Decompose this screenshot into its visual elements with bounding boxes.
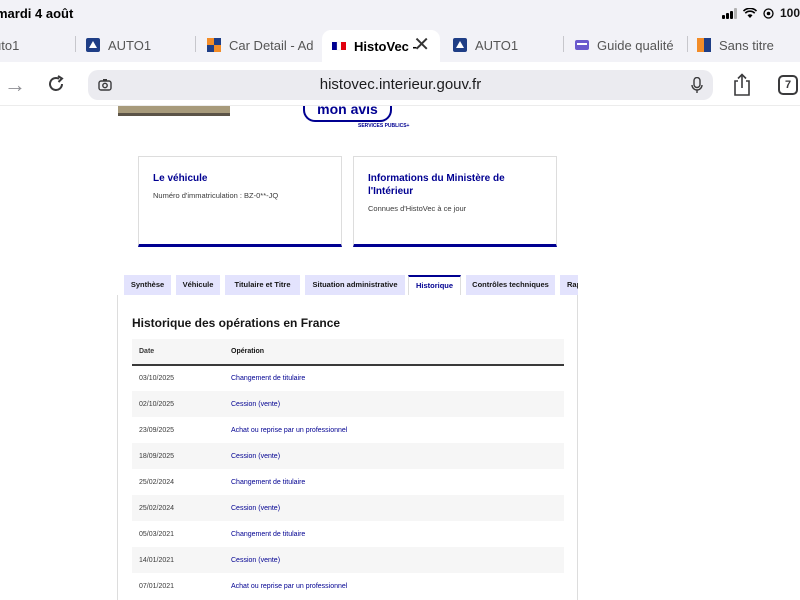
address-bar[interactable]: histovec.interieur.gouv.fr	[88, 70, 713, 100]
location-icon	[763, 7, 774, 19]
share-icon[interactable]	[732, 73, 752, 97]
browser-tab-bar: uto1 AUTO1 Car Detail - Ad HistoVec - ✕ …	[0, 26, 800, 62]
web-page: mon avis SERVICES PUBLICS+ Le véhicule N…	[0, 106, 800, 600]
tab-label: Guide qualité	[597, 37, 674, 53]
table-row: 18/09/2025 Cession (vente)	[132, 443, 564, 469]
browser-tab-auto1-2[interactable]: AUTO1	[453, 30, 563, 60]
card-description: Numéro d'immatriculation : BZ-0**-JQ	[153, 191, 279, 200]
ministry-info-card[interactable]: Informations du Ministère de l'Intérieur…	[353, 156, 557, 247]
row-operation: Changement de titulaire	[231, 530, 306, 538]
status-time: mardi 4 août	[0, 6, 74, 21]
card-title: Le véhicule	[153, 173, 208, 184]
row-operation: Cession (vente)	[231, 495, 564, 521]
browser-tab-auto1[interactable]: AUTO1	[86, 30, 196, 60]
status-bar: mardi 4 août 100	[0, 0, 800, 26]
guide-favicon	[575, 40, 589, 50]
row-operation: Cession (vente)	[231, 547, 564, 573]
vehicle-illustration	[118, 106, 230, 116]
reload-icon[interactable]	[46, 74, 66, 94]
tab-historique[interactable]: Historique	[408, 275, 461, 295]
wifi-icon	[742, 7, 757, 18]
mon-avis-button[interactable]: mon avis	[303, 106, 392, 122]
microphone-icon[interactable]	[691, 77, 703, 94]
row-date: 07/01/2021	[139, 582, 175, 590]
url-text: histovec.interieur.gouv.fr	[319, 76, 482, 93]
tab-label: HistoVec -	[354, 38, 417, 54]
table-row: 25/02/2024 Changement de titulaire	[132, 469, 564, 495]
tab-separator	[75, 36, 76, 52]
row-date: 03/10/2025	[139, 375, 175, 382]
history-title: Historique des opérations en France	[132, 316, 341, 330]
row-date: 25/02/2024	[139, 478, 175, 486]
row-date: 18/09/2025	[132, 443, 231, 469]
browser-tab-sans-titre[interactable]: Sans titre	[697, 30, 800, 60]
tab-label: Sans titre	[719, 37, 774, 53]
card-title: Informations du Ministère de l'Intérieur	[368, 173, 505, 197]
forward-icon[interactable]: →	[4, 72, 26, 98]
history-table: Date Opération 03/10/2025 Changement de t…	[132, 339, 564, 599]
tab-label: AUTO1	[475, 37, 519, 53]
auto1-favicon	[453, 38, 467, 52]
tab-separator	[687, 36, 688, 52]
table-row: 03/10/2025 Changement de titulaire	[132, 365, 564, 391]
row-operation: Achat ou reprise par un professionnel	[231, 582, 348, 590]
services-publics-logo: SERVICES PUBLICS+	[358, 123, 410, 129]
tab-situation-administrative[interactable]: Situation administrative	[305, 275, 405, 295]
auto1-favicon	[86, 38, 100, 52]
tab-label: Car Detail - Ad	[229, 37, 314, 53]
tab-label: AUTO1	[108, 37, 152, 53]
navigation-bar: → histovec.interieur.gouv.fr 7	[0, 62, 800, 106]
table-row: 07/01/2021 Achat ou reprise par un profes…	[132, 573, 564, 599]
tab-separator	[195, 36, 196, 52]
column-header-operation: Opération	[231, 339, 564, 366]
close-tab-icon[interactable]: ✕	[413, 35, 430, 55]
status-icons: 100	[721, 6, 800, 20]
browser-tab-auto1-partial[interactable]: uto1	[0, 30, 66, 60]
table-row: 25/02/2024 Cession (vente)	[132, 495, 564, 521]
history-panel: Historique des opérations en France Date…	[117, 295, 578, 600]
table-row: 05/03/2021 Changement de titulaire	[132, 521, 564, 547]
tab-label: uto1	[0, 37, 20, 53]
row-date: 02/10/2025	[132, 391, 231, 417]
vehicle-report-tabs: Synthèse Véhicule Titulaire et Titre Sit…	[124, 275, 578, 295]
browser-tab-histovec[interactable]: HistoVec - ✕	[322, 30, 440, 62]
tab-titulaire[interactable]: Titulaire et Titre	[225, 275, 300, 295]
table-row: 14/01/2021 Cession (vente)	[132, 547, 564, 573]
battery-percentage: 100	[779, 6, 800, 20]
tab-separator	[563, 36, 564, 52]
vehicle-card[interactable]: Le véhicule Numéro d'immatriculation : B…	[138, 156, 342, 247]
column-header-date: Date	[132, 339, 231, 366]
tab-vehicule[interactable]: Véhicule	[176, 275, 220, 295]
tab-synthese[interactable]: Synthèse	[124, 275, 171, 295]
browser-tab-guide-qualite[interactable]: Guide qualité	[575, 30, 687, 60]
table-row: 02/10/2025 Cession (vente)	[132, 391, 564, 417]
tab-overview-button[interactable]: 7	[778, 75, 798, 95]
row-operation: Changement de titulaire	[231, 478, 306, 486]
row-operation: Cession (vente)	[231, 443, 564, 469]
french-flag-favicon	[332, 41, 346, 51]
card-description: Connues d'HistoVec à ce jour	[368, 204, 467, 213]
row-date: 23/09/2025	[139, 426, 175, 434]
sans-titre-favicon	[697, 38, 711, 52]
tab-rapport[interactable]: Rap	[560, 275, 578, 295]
row-operation: Achat ou reprise par un professionnel	[231, 426, 348, 434]
row-operation: Cession (vente)	[231, 391, 564, 417]
row-date: 25/02/2024	[132, 495, 231, 521]
tab-controles-techniques[interactable]: Contrôles techniques	[466, 275, 555, 295]
table-header-row: Date Opération	[132, 339, 564, 366]
row-date: 05/03/2021	[139, 530, 175, 538]
row-date: 14/01/2021	[132, 547, 231, 573]
car-detail-favicon	[207, 38, 221, 52]
table-row: 23/09/2025 Achat ou reprise par un profes…	[132, 417, 564, 443]
row-operation: Changement de titulaire	[231, 375, 306, 382]
browser-tab-car-detail[interactable]: Car Detail - Ad	[207, 30, 315, 60]
cellular-signal-icon	[721, 7, 737, 19]
